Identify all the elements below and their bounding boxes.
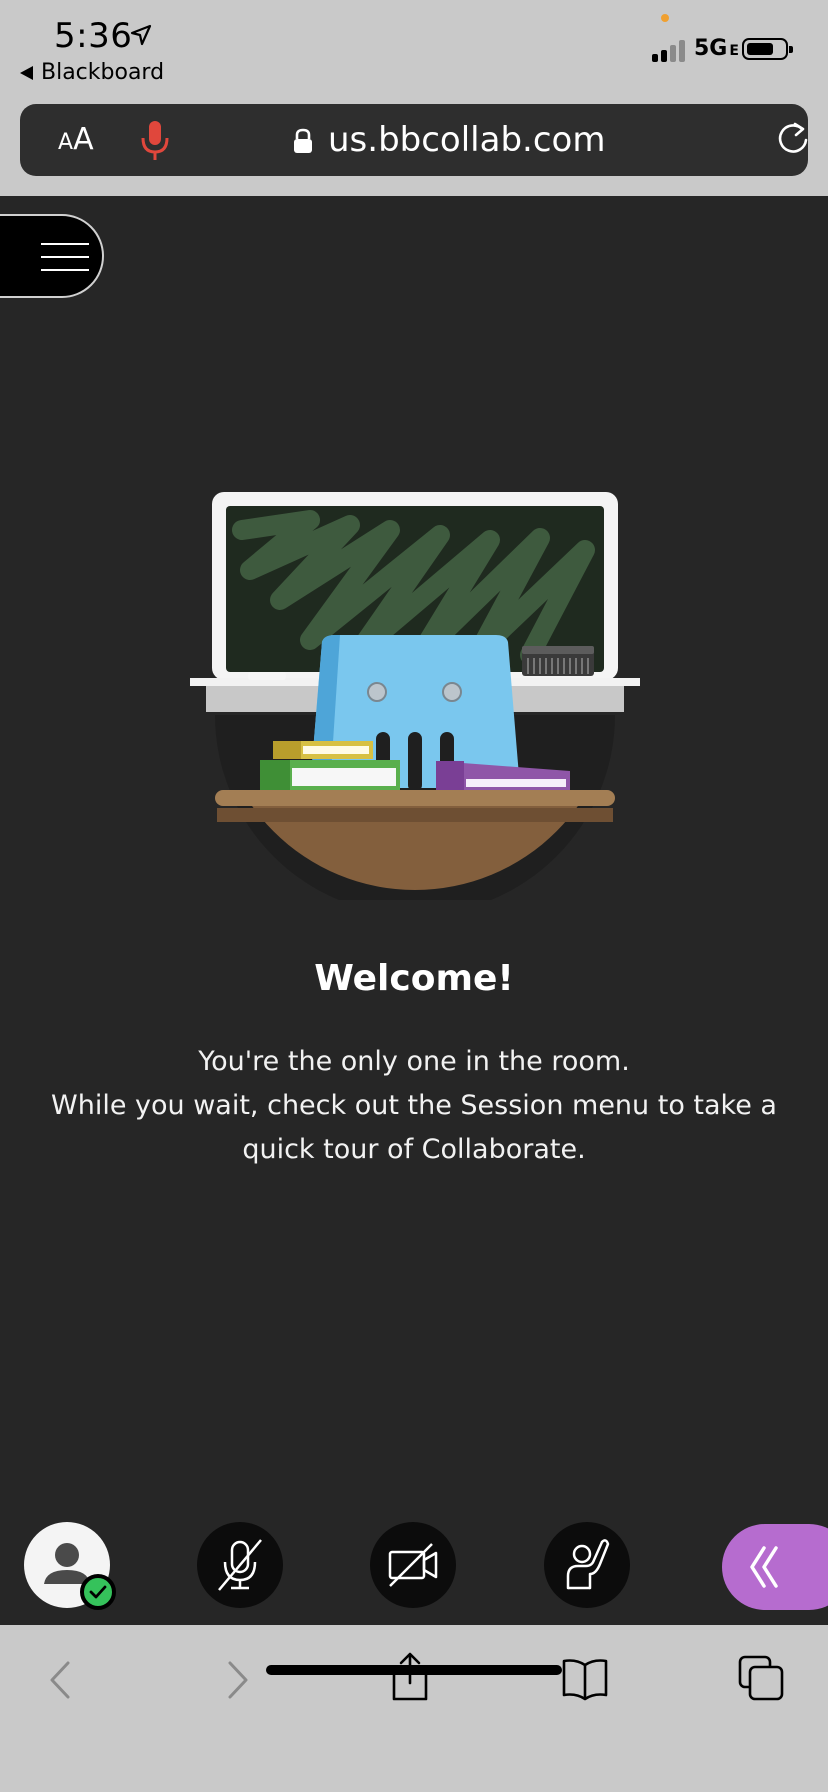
- network-label: 5G: [694, 36, 728, 61]
- hamburger-line: [41, 269, 89, 271]
- classroom-illustration: [190, 492, 640, 900]
- text-size-large-label: A: [73, 122, 94, 157]
- home-indicator[interactable]: [266, 1665, 562, 1675]
- chevron-right-icon[interactable]: [218, 1655, 258, 1705]
- camera-toggle-button[interactable]: [370, 1522, 456, 1608]
- status-check-badge: [80, 1574, 116, 1610]
- raise-hand-button[interactable]: [544, 1522, 630, 1608]
- share-icon[interactable]: [388, 1651, 432, 1703]
- lock-icon: [294, 128, 312, 153]
- text-size-small-label: A: [58, 130, 74, 155]
- browser-bottom-toolbar: [0, 1625, 828, 1792]
- hamburger-line: [41, 243, 89, 245]
- checkmark-icon: [89, 1585, 107, 1599]
- camera-off-icon: [388, 1543, 438, 1587]
- welcome-title: Welcome!: [314, 958, 514, 999]
- welcome-message: You're the only one in the room. While y…: [40, 1040, 788, 1172]
- network-type: 5G E: [694, 36, 739, 61]
- welcome-line-1: You're the only one in the room.: [198, 1046, 630, 1077]
- address-bar[interactable]: AA us.bbcollab.com: [20, 104, 808, 176]
- microphone-toggle-button[interactable]: [197, 1522, 283, 1608]
- session-controls: [0, 1520, 828, 1624]
- double-chevron-left-icon: [750, 1546, 778, 1588]
- microphone-off-icon: [218, 1539, 262, 1591]
- tabs-icon[interactable]: [736, 1653, 786, 1703]
- network-suffix: E: [729, 43, 739, 59]
- url-text[interactable]: us.bbcollab.com: [328, 120, 605, 160]
- raise-hand-icon: [566, 1539, 610, 1590]
- collaborate-panel-button[interactable]: [722, 1524, 828, 1610]
- back-to-app-link[interactable]: Blackboard: [20, 60, 164, 85]
- battery-icon: [742, 38, 793, 60]
- privacy-indicator-dot: [661, 14, 669, 22]
- book-icon[interactable]: [560, 1655, 610, 1701]
- status-time: 5:36: [54, 16, 133, 56]
- session-menu-button[interactable]: [0, 214, 104, 298]
- cellular-signal-icon: [652, 38, 690, 62]
- location-arrow-icon: [130, 24, 152, 46]
- reload-icon[interactable]: [774, 121, 812, 159]
- microphone-icon[interactable]: [140, 120, 170, 162]
- text-size-button[interactable]: AA: [58, 122, 94, 157]
- chevron-left-icon[interactable]: [40, 1655, 80, 1705]
- my-status-button[interactable]: [24, 1522, 116, 1610]
- browser-top-chrome: 5:36 Blackboard 5G E AA us.bbcollab.com: [0, 0, 828, 196]
- hamburger-line: [41, 256, 89, 258]
- welcome-line-2: While you wait, check out the Session me…: [51, 1090, 777, 1165]
- back-triangle-icon: [20, 65, 33, 80]
- back-app-label: Blackboard: [41, 60, 165, 85]
